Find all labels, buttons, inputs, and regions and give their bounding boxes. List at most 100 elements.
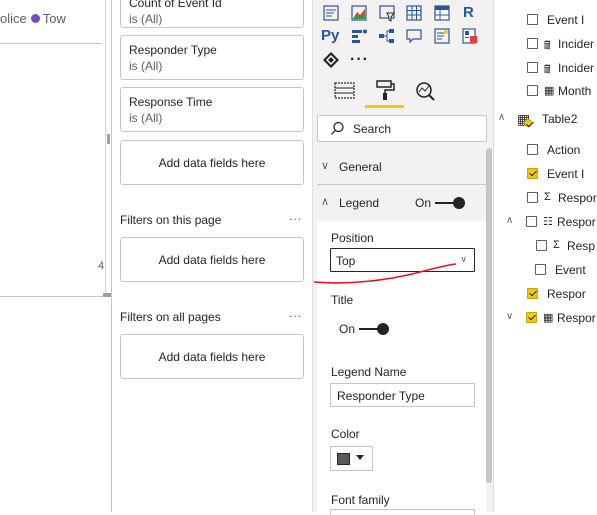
title-toggle[interactable]: On [339,322,391,336]
format-search-box[interactable]: Search [317,115,487,142]
field-item[interactable]: Respor [494,286,597,302]
field-checkbox[interactable] [527,288,538,299]
field-label: Event [555,263,586,277]
filter-card-title: Response Time [129,95,213,109]
funnel-icon[interactable] [378,4,396,22]
resize-handle-corner[interactable] [103,293,111,297]
field-label: Resp [567,239,596,253]
format-tab-indicator [365,105,404,108]
filter-card-response-time[interactable]: Response Time is (All) [120,87,304,132]
toggle-knob [453,197,465,209]
legend-item-partial: olice [0,11,27,26]
font-family-dropdown[interactable] [330,509,475,515]
chevron-up-icon[interactable]: ∧ [506,215,513,226]
field-item[interactable]: ∨ ▦ Respor [494,310,597,326]
field-item[interactable]: 🖩 Incider [494,60,597,76]
legend-toggle[interactable]: On [415,196,467,210]
smart-narrative-icon[interactable] [433,27,451,45]
field-checkbox[interactable] [527,38,538,49]
field-item[interactable]: Event [494,262,597,278]
field-item[interactable]: 🖩 Incider [494,36,597,52]
chevron-down-icon: ∨ [321,160,330,172]
filter-card-count-event-id[interactable]: Count of Event Id is (All) [120,0,304,28]
section-divider [317,184,486,185]
r-visual-icon[interactable]: R [463,4,474,21]
more-options-icon[interactable]: ... [289,306,302,320]
search-placeholder: Search [353,122,392,136]
calendar-table-icon: ▦ [543,312,554,324]
resize-handle-right[interactable] [107,134,110,144]
field-item[interactable]: Event I [494,12,597,28]
field-checkbox[interactable] [527,192,538,203]
field-item[interactable]: ∧ ☷ Respor [494,214,597,230]
chevron-up-icon: ∧ [321,196,330,208]
report-canvas[interactable]: olice Tow 4 [0,0,112,512]
field-item[interactable]: Σ Resp [494,238,597,254]
calculator-icon: 🖩 [544,40,551,52]
visual-border [105,0,106,296]
area-chart-icon[interactable] [350,4,368,22]
field-label: Table2 [542,112,578,126]
field-checkbox[interactable] [535,264,546,275]
field-checkbox[interactable] [527,14,538,25]
color-label: Color [331,427,360,441]
field-checkbox[interactable] [527,85,538,96]
axis-tick-label: 4 [98,260,105,272]
filter-card-responder-type[interactable]: Responder Type is (All) [120,35,304,80]
field-checkbox[interactable] [527,144,538,155]
field-checkbox[interactable] [536,240,547,251]
field-label: Respor [558,191,597,205]
field-label: Action [547,143,581,157]
field-item[interactable]: Σ Respor [494,190,597,206]
red-annotation-stroke [313,263,457,284]
qa-icon[interactable] [405,27,423,45]
caret-down-icon [356,455,364,460]
field-checkbox[interactable] [527,62,538,73]
filters-on-this-page-header: Filters on this page ... [120,209,304,227]
field-checkbox[interactable] [526,312,537,323]
power-apps-icon[interactable] [322,51,340,69]
section-title: General [339,160,382,174]
filter-card-title: Count of Event Id [129,0,222,10]
legend-name-label: Legend Name [331,365,407,379]
field-label: Incider [558,37,595,51]
chart-legend: olice Tow [0,11,66,26]
matrix-icon[interactable] [433,4,451,22]
add-data-fields-page[interactable]: Add data fields here [120,237,304,282]
analytics-tab-icon[interactable] [413,79,437,103]
legend-name-input[interactable]: Responder Type [330,383,475,407]
key-influencers-icon[interactable] [350,27,368,45]
fields-tab-icon[interactable] [333,80,357,102]
field-label: Respor [547,287,586,301]
field-checkbox[interactable] [526,216,537,227]
field-item[interactable]: ▦ Month [494,83,597,99]
decomposition-tree-icon[interactable] [378,27,396,45]
field-item[interactable]: ∧ ▦ Table2 [494,111,597,127]
section-title: Filters on this page [120,213,222,227]
filters-on-all-pages-header: Filters on all pages ... [120,306,304,324]
legend-dot-tow [30,14,40,23]
color-picker-button[interactable] [330,446,373,471]
general-section-header[interactable]: ∨ General [317,160,489,176]
table-chart-icon[interactable] [322,4,340,22]
paginated-report-icon[interactable] [461,27,479,45]
position-label: Position [331,231,374,245]
format-paint-roller-icon[interactable] [373,78,397,102]
field-item[interactable]: Action [494,142,597,158]
python-visual-icon[interactable]: Py [321,27,339,44]
filter-card-value: is (All) [129,111,163,125]
section-title: Legend [339,196,380,210]
add-data-fields-visual[interactable]: Add data fields here [120,140,304,185]
search-icon [331,121,344,135]
more-visuals-icon[interactable]: ··· [350,51,369,69]
filter-card-title: Responder Type [129,43,217,57]
chevron-down-icon[interactable]: ∨ [506,311,513,322]
field-checkbox[interactable] [527,168,538,179]
field-item[interactable]: Event I [494,166,597,182]
color-swatch [337,453,350,465]
more-options-icon[interactable]: ... [289,209,302,223]
legend-item-tow: Tow [42,11,66,26]
chevron-up-icon[interactable]: ∧ [498,112,505,123]
add-data-fields-all[interactable]: Add data fields here [120,334,304,379]
table-icon[interactable] [405,4,423,22]
